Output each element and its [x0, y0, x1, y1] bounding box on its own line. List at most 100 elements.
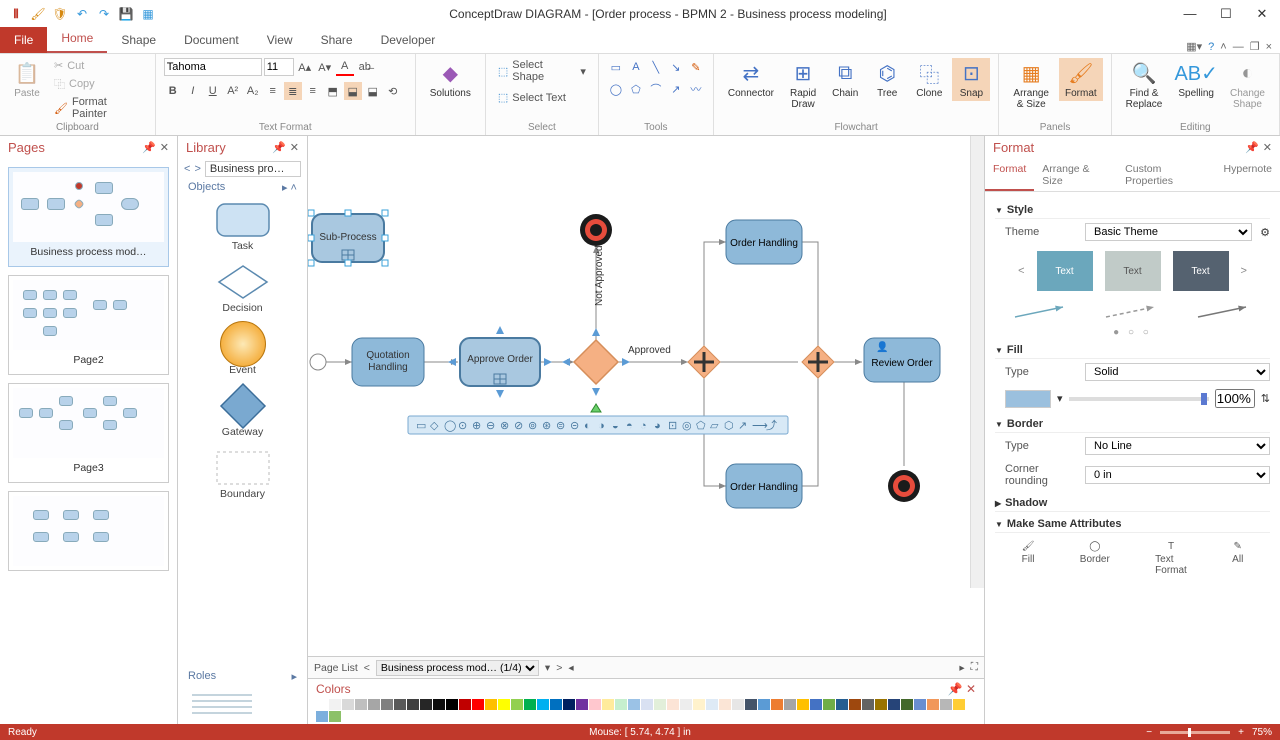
- fmt-tab-arrange[interactable]: Arrange & Size: [1034, 159, 1117, 191]
- rapid-draw-button[interactable]: ⊞Rapid Draw: [784, 58, 822, 112]
- swatch[interactable]: [888, 699, 900, 710]
- theme-pager[interactable]: ● ○ ○: [995, 327, 1270, 338]
- swatch[interactable]: [537, 699, 549, 710]
- maximize-icon[interactable]: ☐: [1216, 6, 1236, 22]
- swatch[interactable]: [342, 699, 354, 710]
- close-pages-icon[interactable]: ✕: [160, 141, 169, 154]
- arrow-style-1[interactable]: [1011, 303, 1071, 321]
- select-text-button[interactable]: ⬚Select Text: [494, 90, 570, 105]
- ribbon-close-icon[interactable]: ×: [1266, 41, 1272, 53]
- swatch[interactable]: [797, 699, 809, 710]
- font-grow-icon[interactable]: A▴: [296, 58, 314, 76]
- cut-button[interactable]: ✂Cut: [50, 58, 147, 73]
- pin-icon[interactable]: 📌: [142, 141, 156, 154]
- pagelist-prev-icon[interactable]: <: [364, 662, 370, 674]
- swatch[interactable]: [446, 699, 458, 710]
- swatch[interactable]: [511, 699, 523, 710]
- shape-terminate-top[interactable]: [580, 214, 612, 246]
- swatch[interactable]: [394, 699, 406, 710]
- snap-button[interactable]: ⊡Snap: [952, 58, 990, 101]
- grid-icon[interactable]: ▦▾: [1186, 40, 1202, 53]
- swatch[interactable]: [563, 699, 575, 710]
- preview-icon[interactable]: ▦: [140, 6, 156, 22]
- swatch[interactable]: [381, 699, 393, 710]
- theme-tile-3[interactable]: Text: [1173, 251, 1229, 291]
- shape-order-bottom[interactable]: Order Handling: [726, 464, 802, 508]
- shape-approve[interactable]: Approve Order: [448, 326, 552, 398]
- find-replace-button[interactable]: 🔍Find & Replace: [1120, 58, 1169, 112]
- corner-select[interactable]: 0 in: [1085, 466, 1270, 484]
- lib-item-gateway[interactable]: Gateway: [182, 386, 303, 438]
- ribbon-restore-icon[interactable]: ❐: [1250, 40, 1260, 53]
- shape-gateway[interactable]: [562, 328, 630, 412]
- fmt-tab-custom[interactable]: Custom Properties: [1117, 159, 1215, 191]
- pagelist-fit-icon[interactable]: ⛶: [971, 661, 978, 674]
- pin-lib-icon[interactable]: 📌: [272, 141, 286, 154]
- swatch[interactable]: [420, 699, 432, 710]
- arrow-style-2[interactable]: [1102, 303, 1162, 321]
- font-color-icon[interactable]: A: [336, 58, 354, 76]
- italic-icon[interactable]: I: [184, 82, 202, 100]
- font-size[interactable]: [264, 58, 294, 76]
- opacity-spin-icon[interactable]: ⇅: [1261, 392, 1270, 405]
- close-format-icon[interactable]: ✕: [1263, 141, 1272, 154]
- shape-order-top[interactable]: Order Handling: [726, 220, 802, 264]
- fill-type-select[interactable]: Solid: [1085, 363, 1270, 381]
- valign-top-icon[interactable]: ⬒: [324, 82, 342, 100]
- help-icon[interactable]: ?: [1208, 41, 1214, 53]
- shape-terminate-bottom[interactable]: [888, 470, 920, 502]
- tool-line-icon[interactable]: ╲: [647, 58, 665, 76]
- swatch[interactable]: [810, 699, 822, 710]
- align-left-icon[interactable]: ≡: [264, 82, 282, 100]
- fmt-tab-format[interactable]: Format: [985, 159, 1034, 191]
- pagelist-end-icon[interactable]: ▸: [959, 662, 964, 674]
- chain-button[interactable]: ⧉Chain: [826, 58, 864, 101]
- zoom-in-icon[interactable]: +: [1238, 727, 1244, 738]
- arrange-size-button[interactable]: ▦Arrange & Size: [1007, 58, 1055, 112]
- swatch[interactable]: [589, 699, 601, 710]
- swatch[interactable]: [836, 699, 848, 710]
- same-text-button[interactable]: TText Format: [1155, 541, 1187, 576]
- minimize-icon[interactable]: —: [1180, 6, 1200, 22]
- swatch[interactable]: [693, 699, 705, 710]
- swatch[interactable]: [732, 699, 744, 710]
- tab-developer[interactable]: Developer: [367, 27, 450, 53]
- rotate-text-icon[interactable]: ⟲: [384, 82, 402, 100]
- page-thumb-3[interactable]: Page3: [8, 383, 169, 483]
- tab-view[interactable]: View: [253, 27, 307, 53]
- lib-sub-roles-arrow[interactable]: ▸: [291, 670, 297, 683]
- swatch[interactable]: [862, 699, 874, 710]
- swatch[interactable]: [498, 699, 510, 710]
- connector-button[interactable]: ⇄Connector: [722, 58, 780, 101]
- lib-back-icon[interactable]: <: [184, 163, 190, 175]
- swatch[interactable]: [329, 699, 341, 710]
- fill-color-button[interactable]: [1005, 390, 1051, 408]
- swatch[interactable]: [316, 699, 328, 710]
- tool-arc-icon[interactable]: ⌒: [647, 80, 665, 98]
- copy-button[interactable]: ⿻Copy: [50, 75, 147, 93]
- swatch[interactable]: [706, 699, 718, 710]
- valign-mid-icon[interactable]: ⬓: [344, 82, 362, 100]
- swatch[interactable]: [914, 699, 926, 710]
- tool-rect-icon[interactable]: ▭: [607, 58, 625, 76]
- fill-color-dd-icon[interactable]: ▾: [1057, 392, 1063, 405]
- lib-item-event[interactable]: Event: [182, 324, 303, 376]
- same-border-button[interactable]: ◯Border: [1080, 541, 1110, 576]
- spelling-button[interactable]: AB✓Spelling: [1172, 58, 1220, 101]
- shape-parallel-gw-2[interactable]: [802, 346, 834, 378]
- align-right-icon[interactable]: ≡: [304, 82, 322, 100]
- tab-share[interactable]: Share: [307, 27, 367, 53]
- shape-subprocess[interactable]: Sub-Process: [308, 210, 388, 266]
- opacity-value[interactable]: [1215, 389, 1255, 408]
- smartshape-toolbar[interactable]: ▭◇◯⊙⊕⊖⊗⊘⊚⊛⊜⊝◐◑◒◓◔◕⊡◎⬠▱⬡↗⟶⤴: [408, 416, 788, 434]
- same-all-button[interactable]: ✎All: [1232, 541, 1243, 576]
- shape-quotation[interactable]: Quotation Handling: [352, 338, 424, 386]
- tool-poly-icon[interactable]: ⬠: [627, 80, 645, 98]
- close-colors-icon[interactable]: ✕: [966, 682, 976, 696]
- swatch[interactable]: [849, 699, 861, 710]
- swatch[interactable]: [576, 699, 588, 710]
- swatch[interactable]: [719, 699, 731, 710]
- swatch[interactable]: [953, 699, 965, 710]
- brush-icon[interactable]: 🖌: [30, 6, 46, 22]
- theme-prev-icon[interactable]: <: [1018, 265, 1024, 277]
